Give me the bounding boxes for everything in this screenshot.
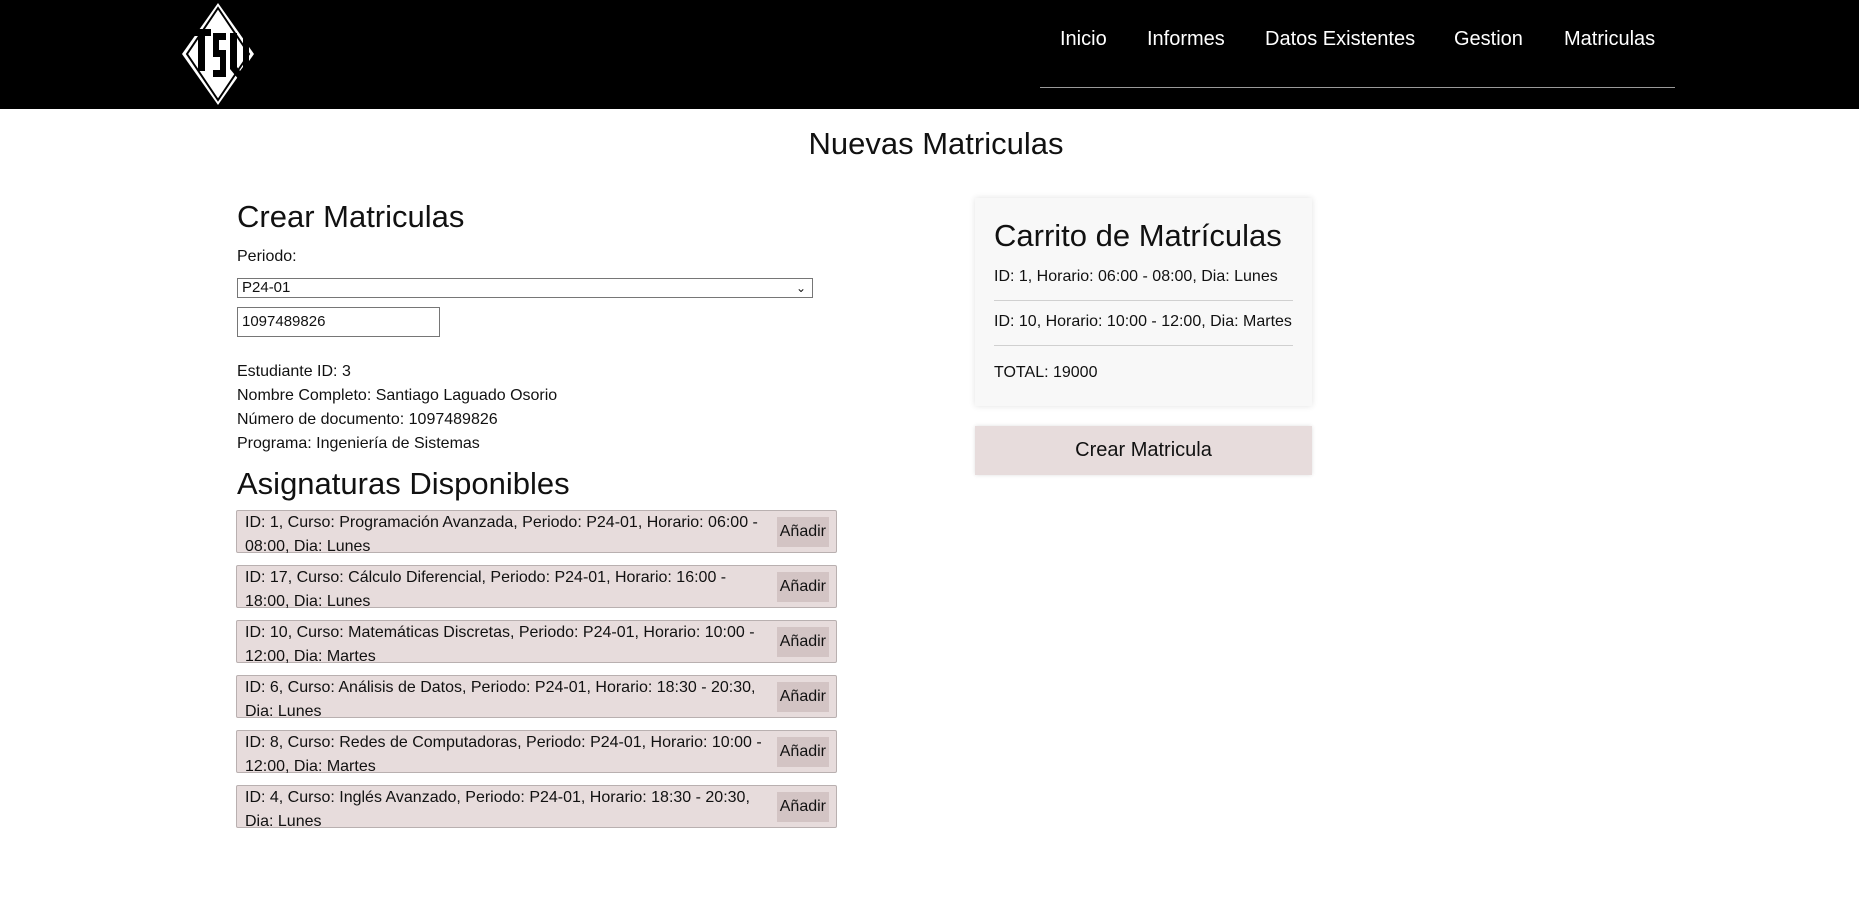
cart-item: ID: 1, Horario: 06:00 - 08:00, Dia: Lune…	[994, 268, 1278, 285]
course-description: ID: 4, Curso: Inglés Avanzado, Periodo: …	[245, 789, 750, 830]
cart-item: ID: 10, Horario: 10:00 - 12:00, Dia: Mar…	[994, 313, 1292, 330]
tsu-logo[interactable]	[182, 3, 254, 105]
enrollment-cart: Carrito de Matrículas ID: 1, Horario: 06…	[975, 198, 1312, 406]
course-description: ID: 17, Curso: Cálculo Diferencial, Peri…	[245, 569, 727, 610]
cart-title: Carrito de Matrículas	[994, 218, 1282, 253]
student-program: Programa: Ingeniería de Sistemas	[237, 435, 480, 452]
periodo-selected-value: P24-01	[242, 279, 291, 296]
student-document: Número de documento: 1097489826	[237, 411, 498, 428]
nav-inicio[interactable]: Inicio	[1060, 28, 1107, 51]
course-item: ID: 4, Curso: Inglés Avanzado, Periodo: …	[236, 785, 837, 830]
divider	[994, 345, 1293, 346]
cart-total: TOTAL: 19000	[994, 364, 1098, 381]
create-enrollment-button[interactable]: Crear Matricula	[975, 426, 1312, 475]
nav-informes[interactable]: Informes	[1147, 28, 1225, 51]
top-navbar: Inicio Informes Datos Existentes Gestion…	[0, 0, 1859, 109]
nav-datos-existentes[interactable]: Datos Existentes	[1265, 28, 1415, 51]
add-course-button[interactable]: Añadir	[776, 792, 829, 822]
course-item: ID: 6, Curso: Análisis de Datos, Periodo…	[236, 675, 837, 720]
available-courses-heading: Asignaturas Disponibles	[237, 466, 570, 501]
course-item: ID: 17, Curso: Cálculo Diferencial, Peri…	[236, 565, 837, 610]
add-course-button[interactable]: Añadir	[776, 737, 829, 767]
nav-matriculas[interactable]: Matriculas	[1564, 28, 1655, 51]
add-course-button[interactable]: Añadir	[776, 517, 829, 547]
chevron-down-icon: ⌄	[795, 281, 806, 295]
course-description: ID: 6, Curso: Análisis de Datos, Periodo…	[245, 679, 756, 720]
periodo-select[interactable]: P24-01 ⌄	[237, 278, 813, 298]
nav-gestion[interactable]: Gestion	[1454, 28, 1523, 51]
student-id: Estudiante ID: 3	[237, 363, 351, 380]
course-item: ID: 1, Curso: Programación Avanzada, Per…	[236, 510, 837, 555]
course-item: ID: 10, Curso: Matemáticas Discretas, Pe…	[236, 620, 837, 665]
add-course-button[interactable]: Añadir	[776, 682, 829, 712]
student-name: Nombre Completo: Santiago Laguado Osorio	[237, 387, 558, 404]
create-enrollment-heading: Crear Matriculas	[237, 199, 465, 234]
divider	[994, 300, 1293, 301]
course-description: ID: 8, Curso: Redes de Computadoras, Per…	[245, 734, 762, 775]
page-title: Nuevas Matriculas	[808, 126, 1064, 161]
add-course-button[interactable]: Añadir	[776, 627, 829, 657]
course-item: ID: 8, Curso: Redes de Computadoras, Per…	[236, 730, 837, 775]
main-nav: Inicio Informes Datos Existentes Gestion…	[1040, 0, 1675, 88]
periodo-label: Periodo:	[237, 248, 297, 265]
course-description: ID: 1, Curso: Programación Avanzada, Per…	[245, 514, 758, 555]
add-course-button[interactable]: Añadir	[776, 572, 829, 602]
document-number-input[interactable]: 1097489826	[237, 307, 440, 337]
course-description: ID: 10, Curso: Matemáticas Discretas, Pe…	[245, 624, 755, 665]
